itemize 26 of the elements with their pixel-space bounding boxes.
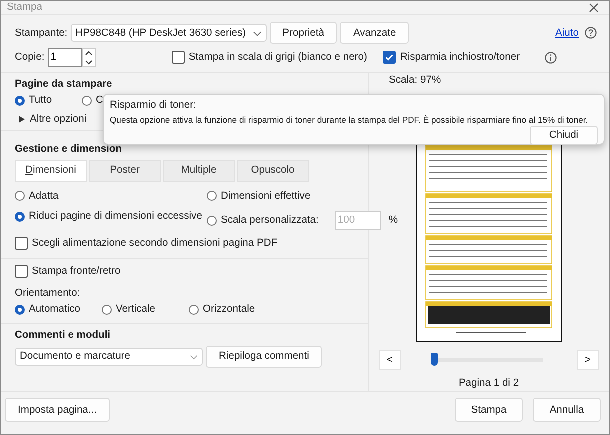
popup-title: Risparmio di toner: [110,100,198,111]
percent-label: % [388,215,398,226]
scale-value: 97% [420,75,442,86]
radio-label: Tutto [29,95,52,106]
radio-label: Scala personalizzata: [221,215,319,226]
radio-label: Automatico [29,304,81,315]
checkbox-label: Risparmia inchiostro/toner [400,52,520,63]
section-title: Gestione e dimension [15,144,123,154]
printer-label: Stampante: [15,28,68,38]
radio-label: Verticale [116,304,156,315]
popup-message: Questa opzione attiva la funzione di risparmio di toner durante la stampa del PDF. È possibile risparmiare fino al 15% di toner. [110,115,588,125]
radio-label: Riduci pagine di dimensioni eccessive [29,211,202,222]
checkbox-label: Stampa in scala di grigi (bianco e nero) [188,52,368,63]
section-title: Commenti e moduli [15,330,112,340]
orientation-label: Orientamento: [15,288,82,299]
scale-label: Scala: [389,75,418,86]
page-indicator: Pagina 1 di 2 [458,378,520,389]
radio-label: Orizzontale [203,304,256,315]
section-title: Pagine da stampare [15,79,114,90]
radio-label: Adatta [29,190,59,202]
copies-label: Copie: [15,52,45,63]
radio-label: Dimensioni effettive [221,190,311,202]
radio-label: C [96,95,104,106]
checkbox-label: Scegli alimentazione secondo dimensioni pagina PDF [32,238,278,249]
window-title: Stampa [7,2,42,13]
checkbox-label: Stampa fronte/retro [32,266,121,277]
